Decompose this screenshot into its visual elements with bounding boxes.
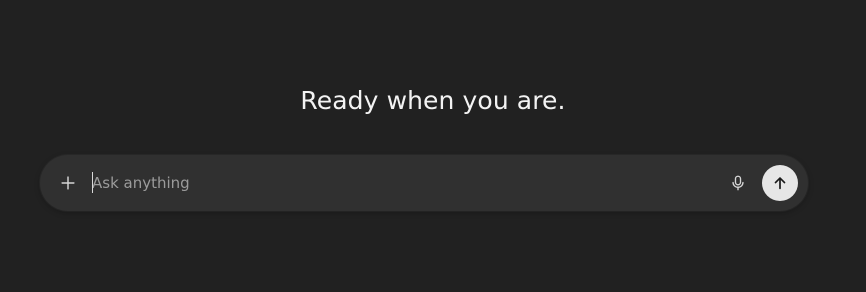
prompt-composer <box>40 155 808 211</box>
page: Ready when you are. <box>0 0 866 292</box>
page-title: Ready when you are. <box>300 86 566 115</box>
send-button[interactable] <box>762 165 798 201</box>
voice-input-button[interactable] <box>724 169 752 197</box>
plus-icon <box>61 176 75 190</box>
microphone-icon <box>732 175 744 191</box>
text-caret <box>92 172 93 193</box>
arrow-up-icon <box>774 177 786 190</box>
prompt-input[interactable] <box>92 171 712 195</box>
add-attachment-button[interactable] <box>54 169 82 197</box>
